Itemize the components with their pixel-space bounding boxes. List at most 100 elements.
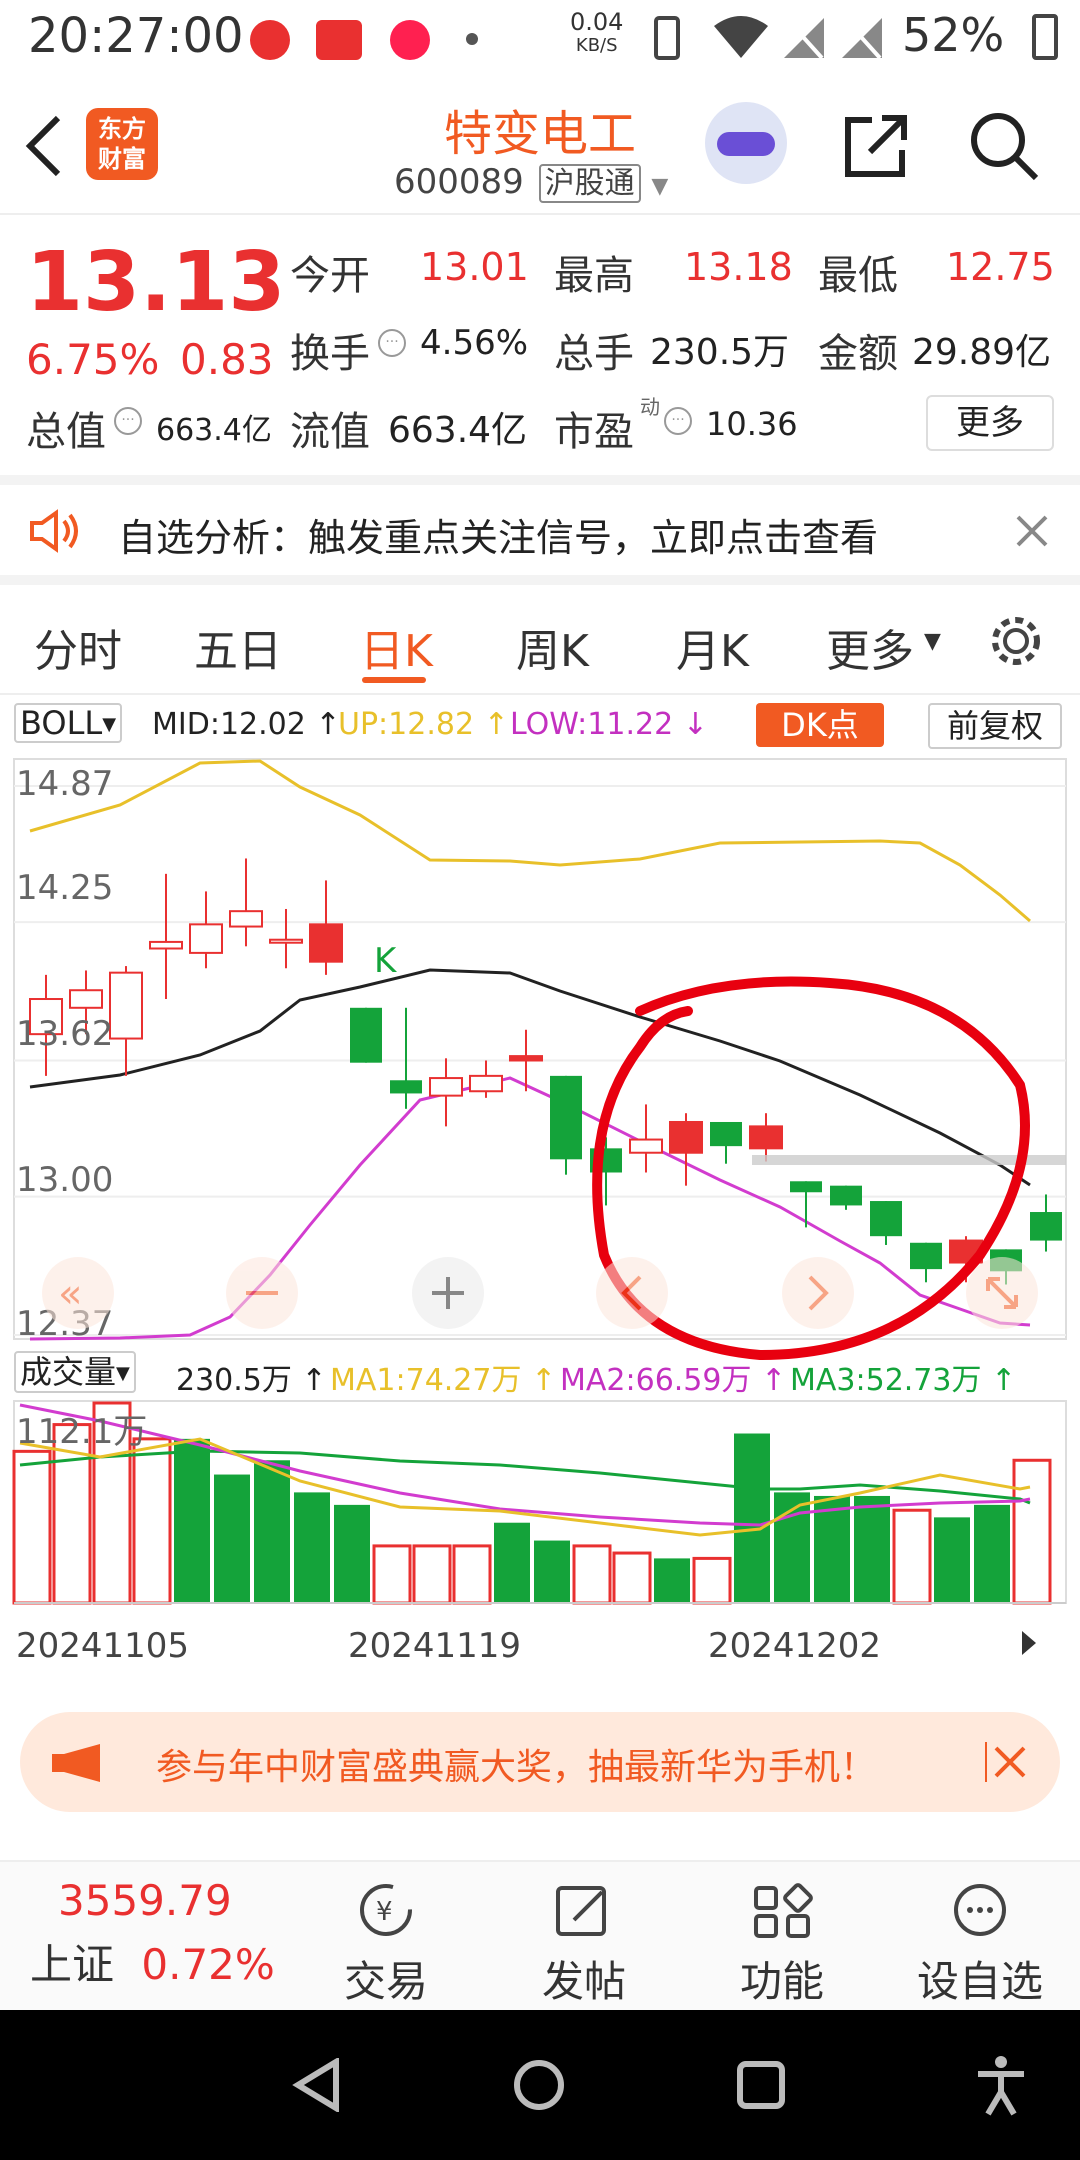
volume-bar [412,1544,452,1605]
status-time: 20:27:00 [28,8,244,64]
candle [350,1007,382,1063]
scroll-left-button [596,1257,668,1329]
edit-icon [556,1886,606,1936]
back-arrow-icon[interactable] [24,114,64,178]
mktcap-value: 663.4亿 [156,413,272,448]
candle [149,873,183,1000]
volume-bar [612,1551,652,1605]
analysis-banner[interactable]: 自选分析：触发重点关注信号，立即点击查看 [0,475,1080,585]
candle-body [189,923,223,954]
high-value: 13.18 [684,245,793,289]
scroll-first-button: « [42,1257,114,1329]
volume-bar [934,1517,970,1603]
volume-bar [294,1492,330,1603]
share-icon[interactable] [842,112,910,180]
tab-monthly-k[interactable]: 月K [676,615,749,679]
nav-back-icon[interactable] [292,2058,342,2112]
net-speed-unit: KB/S [575,35,618,56]
stock-header: 东方 财富 特变电工 600089 沪股通 ▼ [0,80,1080,215]
status-bar: 20:27:00 0.04 KB/S 52% [0,0,1080,80]
candle-body [550,1075,582,1160]
tab-five-day[interactable]: 五日 [194,615,282,679]
candle-body [469,1074,503,1093]
open-value: 13.01 [420,245,529,289]
more-button[interactable]: 更多 [926,395,1054,451]
nav-recents-icon[interactable] [736,2060,786,2110]
features-button[interactable]: 功能 [702,1882,862,2009]
video-notification-icon [390,20,430,60]
tab-daily-k[interactable]: 日K [360,615,433,679]
candle-body [910,1242,942,1270]
market-tag-chevron-icon: ▼ [651,174,669,199]
signal-1-icon [784,16,824,60]
candle-body [69,989,103,1009]
date-label-0: 20241105 [16,1626,189,1666]
volume-value: 230.5万 [650,332,790,373]
volume-ma1-value: MA1:74.27万 [330,1363,522,1398]
volume-chart[interactable]: 112.1万 20241105 20241119 20241202 [0,1395,1080,1705]
kline-chart-panel: BOLL▼ MID:12.02 ↑ UP:12.82 ↑ LOW:11.22 ↓… [0,695,1080,1705]
trade-icon: ¥ [360,1884,412,1936]
scroll-right-button [782,1257,854,1329]
candle [390,1007,422,1109]
pe-value: 10.36 [706,405,798,443]
low-value: 12.75 [946,245,1055,289]
low-label: 最低 [818,253,898,299]
turnover-info-icon[interactable]: ··· [378,329,406,357]
features-label: 功能 [739,1957,824,2006]
tab-more[interactable]: 更多 [826,615,914,679]
search-icon[interactable] [968,110,1040,182]
turnover-value: 4.56% [420,323,529,363]
assistant-avatar[interactable] [705,102,787,184]
active-tab-indicator [362,677,426,683]
float-value: 663.4亿 [388,410,528,451]
candle-body [870,1201,902,1237]
tab-weekly-k[interactable]: 周K [516,615,589,679]
tab-intraday[interactable]: 分时 [34,615,122,679]
close-icon[interactable] [1014,513,1050,549]
mktcap-label: 总值 [26,409,106,455]
system-nav-bar [0,2010,1080,2160]
candle [229,858,263,947]
nav-home-icon[interactable] [512,2058,566,2112]
promo-text: 参与年中财富盛典赢大奖，抽最新华为手机！ [156,1747,877,1788]
volume-bar [854,1495,890,1603]
volume-ma1: MA1:74.27万 ↑ [330,1363,557,1398]
candle-body [269,938,303,944]
volume-bar [892,1508,932,1605]
speaker-icon [30,509,78,553]
market-tag[interactable]: 沪股通 [538,164,641,203]
trade-label: 交易 [343,1957,428,2006]
zoom-in-button [412,1257,484,1329]
quote-panel: 13.13 6.75% 0.83 今开 13.01 最高 13.18 最低 12… [0,215,1080,475]
candle [109,966,143,1076]
volume-bar [654,1558,690,1603]
promo-banner[interactable]: 参与年中财富盛典赢大奖，抽最新华为手机！ [20,1712,1060,1812]
candle [509,1029,543,1092]
accessibility-icon[interactable] [974,2054,1028,2116]
candle-body [509,1055,543,1062]
app-notification-icon [250,20,290,60]
volume-indicator-select[interactable]: 成交量▼ [14,1351,136,1393]
post-button[interactable]: 发帖 [504,1882,664,2009]
trade-button[interactable]: ¥ 交易 [306,1882,466,2009]
volume-bar [692,1556,732,1605]
candle-body [350,1007,382,1063]
volume-bar [974,1504,1010,1603]
index-ticker[interactable]: 3559.79 上证 0.72% [30,1876,300,1992]
volume-bar [12,1449,52,1605]
candle [669,1113,703,1186]
last-price: 13.13 [26,235,286,330]
settings-gear-icon[interactable] [986,611,1046,671]
mktcap-info-icon[interactable]: ··· [114,407,142,435]
volume-current-value: 230.5万 [176,1363,292,1398]
grid-icon [754,1883,813,1938]
volume-indicator-chevron-icon: ▼ [116,1363,130,1384]
promo-close-icon[interactable] [984,1742,1028,1782]
candle [469,1060,503,1098]
add-watchlist-button[interactable]: 设自选 [900,1882,1060,2009]
pe-info-icon[interactable]: ··· [664,407,692,435]
net-speed: 0.04 KB/S [570,10,623,58]
boll-mid-line [29,968,1031,1187]
volume-axis-top-label: 112.1万 [16,1412,147,1452]
